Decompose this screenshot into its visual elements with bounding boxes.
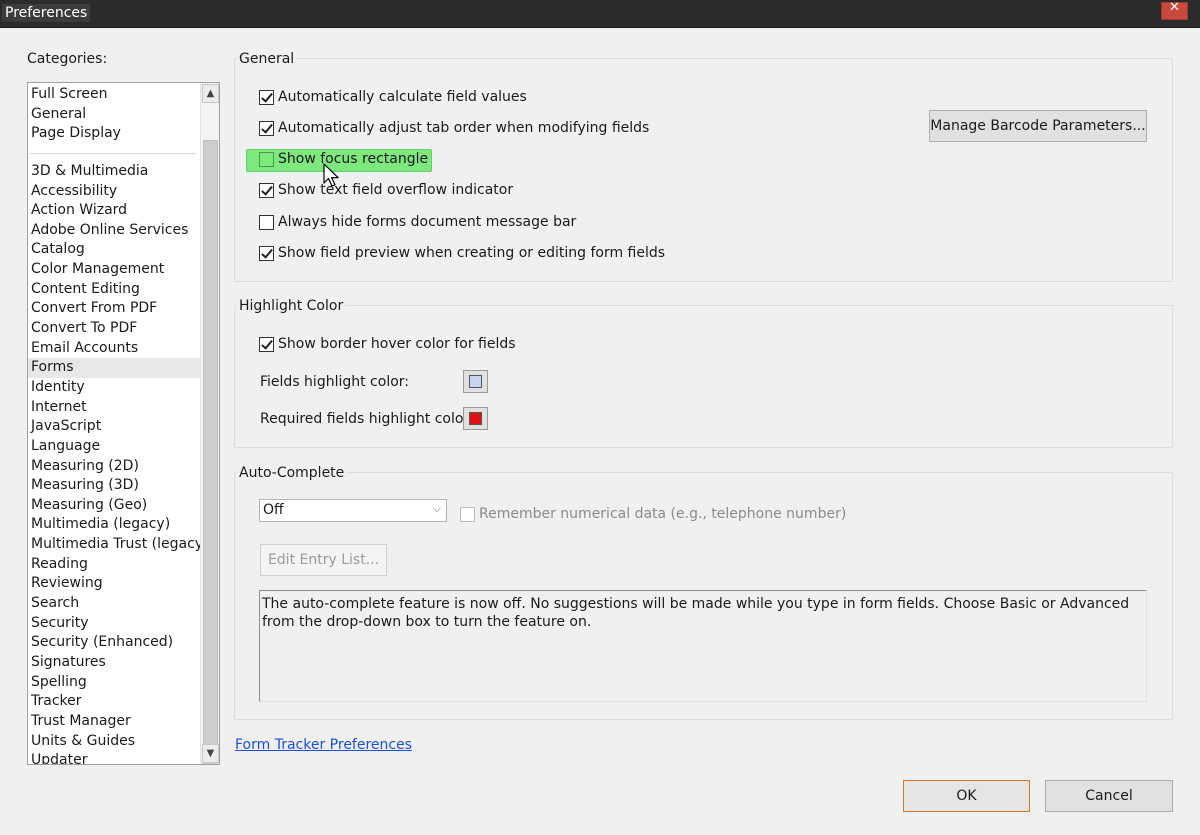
select-value: Off <box>263 502 284 518</box>
categories-label: Categories: <box>27 51 108 67</box>
option-label: Always hide forms document message bar <box>278 214 577 230</box>
color-swatch <box>469 412 482 425</box>
fields-highlight-label: Fields highlight color: <box>260 374 410 390</box>
category-item[interactable]: Content Editing <box>28 280 200 300</box>
category-separator <box>30 152 196 154</box>
mouse-cursor-icon <box>323 163 339 187</box>
option-border-hover[interactable]: Show border hover color for fields <box>259 334 516 354</box>
option-overflow-indicator[interactable]: Show text field overflow indicator <box>259 180 513 200</box>
option-label: Show field preview when creating or edit… <box>278 245 666 261</box>
category-item[interactable]: Full Screen <box>28 85 200 105</box>
ok-button[interactable]: OK <box>903 780 1030 812</box>
autocomplete-mode-select[interactable]: Off ⌵ <box>259 499 447 522</box>
category-item[interactable]: Measuring (2D) <box>28 457 200 477</box>
category-item[interactable]: Convert To PDF <box>28 319 200 339</box>
manage-barcode-button[interactable]: Manage Barcode Parameters... <box>929 110 1147 142</box>
category-item[interactable]: Search <box>28 594 200 614</box>
cancel-button[interactable]: Cancel <box>1045 780 1173 812</box>
option-focus-rectangle[interactable]: Show focus rectangle <box>259 149 428 169</box>
category-item[interactable]: Measuring (Geo) <box>28 496 200 516</box>
category-item[interactable]: Forms <box>28 358 200 378</box>
checkbox[interactable] <box>259 245 274 261</box>
category-item[interactable]: Convert From PDF <box>28 299 200 319</box>
autocomplete-group-title: Auto-Complete <box>237 465 347 481</box>
title-bar: Preferences ✕ <box>0 0 1200 28</box>
general-group-title: General <box>237 51 297 67</box>
checkbox[interactable] <box>259 336 274 352</box>
category-item[interactable]: Spelling <box>28 673 200 693</box>
option-label: Show text field overflow indicator <box>278 182 514 198</box>
option-label: Remember numerical data (e.g., telephone… <box>479 506 847 522</box>
checkbox[interactable] <box>259 214 274 230</box>
scroll-thumb[interactable] <box>203 140 218 764</box>
category-item[interactable]: Trust Manager <box>28 712 200 732</box>
autocomplete-description: The auto-complete feature is now off. No… <box>259 590 1147 702</box>
option-label: Automatically adjust tab order when modi… <box>278 120 650 136</box>
required-highlight-color-picker[interactable] <box>463 407 488 430</box>
category-item[interactable]: Tracker <box>28 692 200 712</box>
category-item[interactable]: Reading <box>28 555 200 575</box>
scroll-up-icon[interactable]: ▲ <box>202 84 219 103</box>
highlight-group-title: Highlight Color <box>237 298 346 314</box>
close-icon: ✕ <box>1169 0 1180 15</box>
window-title: Preferences <box>2 4 91 22</box>
edit-entry-list-button[interactable]: Edit Entry List... <box>260 544 387 576</box>
option-auto-calc[interactable]: Automatically calculate field values <box>259 87 527 107</box>
checkbox[interactable] <box>460 506 475 522</box>
checkbox[interactable] <box>259 182 274 198</box>
categories-items: Full Screen General Page Display 3D & Mu… <box>28 85 209 764</box>
categories-scrollbar[interactable]: ▲ ▼ <box>200 83 219 764</box>
scroll-down-icon[interactable]: ▼ <box>202 744 219 763</box>
category-item[interactable]: Action Wizard <box>28 201 200 221</box>
category-item[interactable]: Page Display <box>28 124 200 144</box>
category-item[interactable]: Measuring (3D) <box>28 476 200 496</box>
category-item[interactable]: Multimedia (legacy) <box>28 515 200 535</box>
category-item[interactable]: Units & Guides <box>28 732 200 752</box>
option-label: Automatically calculate field values <box>278 89 527 105</box>
category-item[interactable]: Internet <box>28 398 200 418</box>
category-item[interactable]: Security <box>28 614 200 634</box>
option-hide-message-bar[interactable]: Always hide forms document message bar <box>259 212 576 232</box>
category-item[interactable]: Accessibility <box>28 182 200 202</box>
category-item[interactable]: 3D & Multimedia <box>28 162 200 182</box>
checkbox[interactable] <box>259 89 274 105</box>
close-button[interactable]: ✕ <box>1161 0 1188 20</box>
option-label: Show focus rectangle <box>278 151 429 167</box>
required-highlight-label: Required fields highlight color: <box>260 411 474 427</box>
categories-list[interactable]: Full Screen General Page Display 3D & Mu… <box>27 82 220 765</box>
category-item[interactable]: General <box>28 105 200 125</box>
category-item[interactable]: JavaScript <box>28 417 200 437</box>
option-label: Show border hover color for fields <box>278 336 516 352</box>
checkbox[interactable] <box>259 151 274 167</box>
checkbox[interactable] <box>259 120 274 136</box>
category-item[interactable]: Security (Enhanced) <box>28 633 200 653</box>
category-item[interactable]: Multimedia Trust (legacy) <box>28 535 209 555</box>
fields-highlight-color-picker[interactable] <box>463 370 488 393</box>
category-item[interactable]: Color Management <box>28 260 200 280</box>
form-tracker-preferences-link[interactable]: Form Tracker Preferences <box>235 737 412 753</box>
category-item[interactable]: Adobe Online Services <box>28 221 200 241</box>
category-item[interactable]: Signatures <box>28 653 200 673</box>
category-item[interactable]: Language <box>28 437 200 457</box>
category-item[interactable]: Updater <box>28 751 200 764</box>
category-item[interactable]: Reviewing <box>28 574 200 594</box>
category-item[interactable]: Identity <box>28 378 200 398</box>
color-swatch <box>469 375 482 388</box>
option-auto-tab-order[interactable]: Automatically adjust tab order when modi… <box>259 118 649 138</box>
category-item[interactable]: Catalog <box>28 240 200 260</box>
option-field-preview[interactable]: Show field preview when creating or edit… <box>259 243 665 263</box>
chevron-down-icon: ⌵ <box>432 502 441 515</box>
option-remember-numerical[interactable]: Remember numerical data (e.g., telephone… <box>460 504 846 524</box>
category-item[interactable]: Email Accounts <box>28 339 200 359</box>
